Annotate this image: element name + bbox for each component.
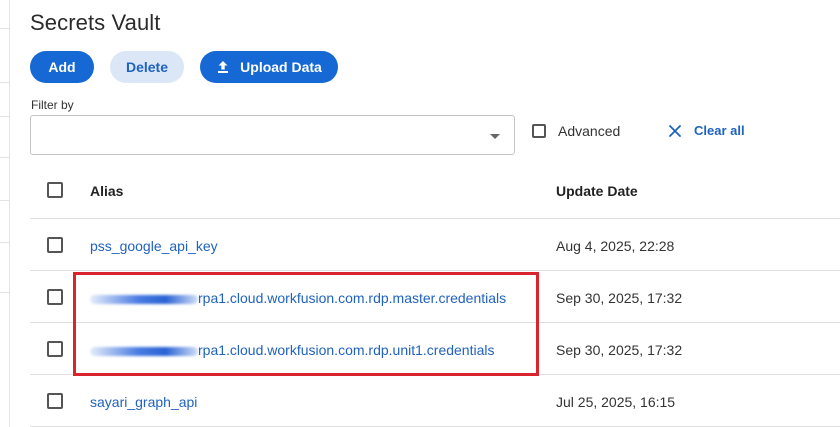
highlight-box bbox=[73, 272, 539, 376]
rail-divider bbox=[0, 242, 10, 243]
rail-divider bbox=[0, 116, 10, 117]
row-checkbox[interactable] bbox=[47, 393, 63, 409]
page-title: Secrets Vault bbox=[30, 10, 161, 35]
alias-link[interactable]: sayari_graph_api bbox=[90, 394, 197, 410]
filter-select[interactable] bbox=[30, 115, 515, 155]
advanced-label: Advanced bbox=[558, 123, 621, 139]
alias-link[interactable]: pss_google_api_key bbox=[90, 238, 218, 254]
delete-button[interactable]: Delete bbox=[110, 51, 184, 83]
upload-data-button[interactable]: Upload Data bbox=[200, 51, 338, 83]
left-rail bbox=[0, 0, 10, 427]
update-date: Jul 25, 2025, 16:15 bbox=[556, 394, 676, 410]
upload-icon bbox=[218, 61, 229, 73]
rail-divider bbox=[0, 28, 10, 29]
clear-all-button[interactable]: Clear all bbox=[668, 123, 745, 138]
select-all-checkbox[interactable] bbox=[47, 182, 63, 198]
row-checkbox[interactable] bbox=[47, 289, 63, 305]
column-header-alias[interactable]: Alias bbox=[90, 183, 123, 199]
chevron-down-icon[interactable] bbox=[490, 134, 500, 139]
table-header-row: Alias Update Date bbox=[30, 164, 840, 219]
advanced-checkbox[interactable] bbox=[532, 124, 546, 138]
row-checkbox[interactable] bbox=[47, 341, 63, 357]
upload-data-label: Upload Data bbox=[240, 59, 322, 75]
table-row: pss_google_api_key Aug 4, 2025, 22:28 bbox=[30, 219, 840, 271]
rail-divider bbox=[0, 157, 10, 158]
rail-divider bbox=[0, 200, 10, 201]
column-header-update-date[interactable]: Update Date bbox=[556, 183, 638, 199]
rail-divider bbox=[0, 292, 10, 293]
close-icon bbox=[669, 124, 681, 137]
row-checkbox[interactable] bbox=[47, 237, 63, 253]
add-button[interactable]: Add bbox=[30, 51, 94, 83]
clear-all-label: Clear all bbox=[694, 123, 745, 138]
update-date: Sep 30, 2025, 17:32 bbox=[556, 342, 683, 358]
table-row: sayari_graph_api Jul 25, 2025, 16:15 bbox=[30, 375, 840, 427]
update-date: Aug 4, 2025, 22:28 bbox=[556, 238, 675, 254]
rail-divider bbox=[0, 82, 10, 83]
filter-label: Filter by bbox=[31, 98, 74, 112]
update-date: Sep 30, 2025, 17:32 bbox=[556, 290, 683, 306]
